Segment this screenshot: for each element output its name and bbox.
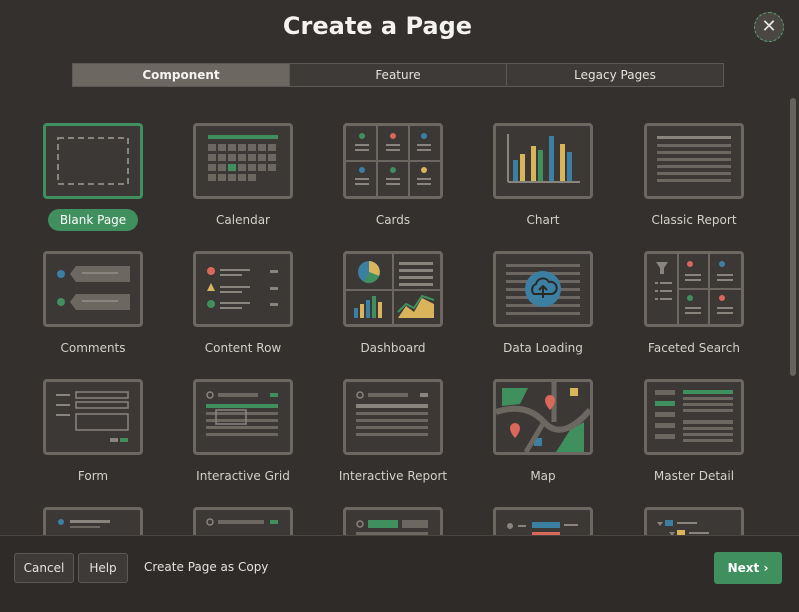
tile-label: Master Detail: [653, 469, 735, 483]
tile-form[interactable]: Form: [18, 379, 168, 487]
next-button[interactable]: Next ›: [714, 552, 782, 584]
tile-calendar[interactable]: Calendar: [168, 123, 318, 231]
create-page-dialog: Create a Page ✕ Component Feature Legacy…: [0, 0, 799, 612]
data-loading-thumbnail: [493, 251, 593, 327]
dashboard-thumbnail: [343, 251, 443, 327]
tile-label: Data Loading: [503, 341, 583, 355]
tile-row4-5[interactable]: [619, 507, 769, 535]
tile-interactive-grid[interactable]: Interactive Grid: [168, 379, 318, 487]
tile-label: Map: [530, 469, 556, 483]
cards-thumbnail: [343, 123, 443, 199]
tile-label: Cards: [375, 213, 411, 227]
tile-blank-page[interactable]: Blank Page: [18, 123, 168, 231]
tile-thumbnail: [193, 507, 293, 535]
map-thumbnail: [493, 379, 593, 455]
tile-faceted-search[interactable]: Faceted Search: [619, 251, 769, 359]
tile-label: Dashboard: [360, 341, 426, 355]
tile-label: Interactive Report: [338, 469, 448, 483]
tile-classic-report[interactable]: Classic Report: [619, 123, 769, 231]
faceted-search-thumbnail: [644, 251, 744, 327]
tile-row4-1[interactable]: [18, 507, 168, 535]
tile-row4-4[interactable]: [468, 507, 618, 535]
dialog-title: Create a Page: [282, 12, 473, 40]
dialog-footer: Cancel Help Create Page as Copy Next ›: [0, 535, 799, 612]
cancel-button[interactable]: Cancel: [14, 553, 74, 583]
chart-thumbnail: [493, 123, 593, 199]
tab-feature[interactable]: Feature: [290, 64, 507, 86]
tile-thumbnail: [343, 507, 443, 535]
master-detail-thumbnail: [644, 379, 744, 455]
classic-report-thumbnail: [644, 123, 744, 199]
tile-map[interactable]: Map: [468, 379, 618, 487]
tile-label: Chart: [526, 213, 560, 227]
tile-thumbnail: [43, 507, 143, 535]
comments-thumbnail: [43, 251, 143, 327]
interactive-report-thumbnail: [343, 379, 443, 455]
close-button[interactable]: ✕: [754, 12, 784, 42]
tile-label: Calendar: [216, 213, 270, 227]
close-icon: ✕: [761, 16, 777, 37]
tile-label: Classic Report: [651, 213, 737, 227]
tab-component[interactable]: Component: [73, 64, 290, 86]
tile-chart[interactable]: Chart: [468, 123, 618, 231]
tile-label: Interactive Grid: [196, 469, 290, 483]
tile-label: Form: [77, 469, 109, 483]
tile-row4-2[interactable]: [168, 507, 318, 535]
blank-page-thumbnail: [43, 123, 143, 199]
chevron-right-icon: ›: [763, 561, 769, 575]
vertical-scrollbar[interactable]: [790, 98, 796, 376]
tile-label: Content Row: [204, 341, 282, 355]
tab-legacy-pages[interactable]: Legacy Pages: [507, 64, 723, 86]
next-button-label: Next: [727, 561, 760, 575]
tile-row4-3[interactable]: [318, 507, 468, 535]
tile-cards[interactable]: Cards: [318, 123, 468, 231]
tile-data-loading[interactable]: Data Loading: [468, 251, 618, 359]
tile-label: Comments: [60, 341, 126, 355]
page-type-grid: Blank Page Calendar Cards Chart Classic …: [0, 98, 790, 535]
tile-label: Faceted Search: [648, 341, 740, 355]
tab-bar: Component Feature Legacy Pages: [72, 63, 724, 87]
help-button[interactable]: Help: [78, 553, 128, 583]
tile-thumbnail: [644, 507, 744, 535]
tile-master-detail[interactable]: Master Detail: [619, 379, 769, 487]
tile-comments[interactable]: Comments: [18, 251, 168, 359]
calendar-thumbnail: [193, 123, 293, 199]
tile-label: Blank Page: [47, 209, 139, 231]
tile-thumbnail: [493, 507, 593, 535]
tile-content-row[interactable]: Content Row: [168, 251, 318, 359]
form-thumbnail: [43, 379, 143, 455]
tile-interactive-report[interactable]: Interactive Report: [318, 379, 468, 487]
interactive-grid-thumbnail: [193, 379, 293, 455]
content-row-thumbnail: [193, 251, 293, 327]
create-page-as-copy-link[interactable]: Create Page as Copy: [144, 560, 268, 574]
tile-dashboard[interactable]: Dashboard: [318, 251, 468, 359]
